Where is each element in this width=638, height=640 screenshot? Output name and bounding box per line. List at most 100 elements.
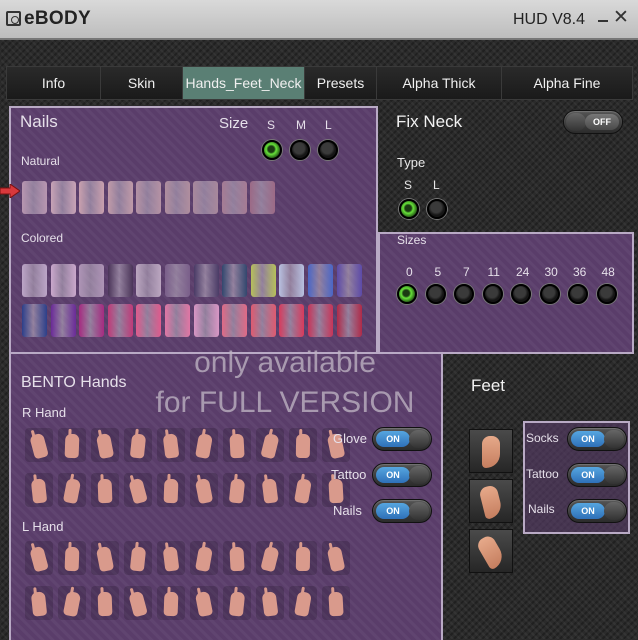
hand-pose-button[interactable] <box>190 586 218 620</box>
hand-pose-button[interactable] <box>190 428 218 462</box>
hand-pose-button[interactable] <box>91 586 119 620</box>
nail-color-swatch[interactable] <box>79 181 104 214</box>
hand-pose-button[interactable] <box>58 586 86 620</box>
neck-type-s-radio[interactable] <box>399 199 419 219</box>
neck-size-radio[interactable] <box>596 284 617 304</box>
nail-color-swatch[interactable] <box>336 304 362 337</box>
hand-pose-button[interactable] <box>58 473 86 507</box>
nail-color-swatch[interactable] <box>193 304 219 337</box>
neck-size-radio[interactable] <box>397 284 417 304</box>
nail-color-swatch[interactable] <box>107 304 133 337</box>
hand-pose-button[interactable] <box>91 428 119 462</box>
neck-size-radio[interactable] <box>454 284 474 304</box>
tab-info[interactable]: Info <box>7 67 101 99</box>
hand-pose-button[interactable] <box>190 541 218 575</box>
foot-tattoo-toggle[interactable]: ON <box>567 463 627 487</box>
nail-color-swatch[interactable] <box>136 181 161 214</box>
hand-pose-button[interactable] <box>157 428 185 462</box>
hand-pose-button[interactable] <box>91 541 119 575</box>
hand-pose-button[interactable] <box>223 473 251 507</box>
nail-color-swatch[interactable] <box>308 304 333 337</box>
hand-pose-button[interactable] <box>124 586 152 620</box>
nail-color-swatch[interactable] <box>50 181 76 214</box>
hand-pose-button[interactable] <box>124 473 152 507</box>
neck-size-radio[interactable] <box>482 284 503 304</box>
hand-pose-button[interactable] <box>223 428 251 462</box>
hand-pose-button[interactable] <box>256 586 284 620</box>
hand-pose-button[interactable] <box>58 541 86 575</box>
nail-color-swatch[interactable] <box>22 181 47 214</box>
nail-color-swatch[interactable] <box>308 264 333 297</box>
neck-size-radio[interactable] <box>568 284 588 304</box>
hand-pose-button[interactable] <box>289 428 317 462</box>
nail-color-swatch[interactable] <box>336 264 362 297</box>
hand-pose-button[interactable] <box>223 541 251 575</box>
hand-pose-button[interactable] <box>322 586 350 620</box>
foot-nails-toggle[interactable]: ON <box>567 499 627 523</box>
nail-color-swatch[interactable] <box>221 181 247 214</box>
nail-color-swatch[interactable] <box>79 304 105 337</box>
hand-pose-button[interactable] <box>25 541 53 575</box>
hand-pose-button[interactable] <box>256 473 284 507</box>
tab-skin[interactable]: Skin <box>101 67 183 99</box>
nail-size-s-radio[interactable] <box>262 140 282 160</box>
tab-alpha-fine[interactable]: Alpha Fine <box>502 67 632 99</box>
nail-color-swatch[interactable] <box>250 264 276 297</box>
foot-pose-high[interactable] <box>469 529 513 573</box>
fix-neck-toggle[interactable]: OFF <box>563 110 623 134</box>
nail-color-swatch[interactable] <box>136 304 162 337</box>
tab-hands-feet-neck[interactable]: Hands_Feet_Neck <box>183 67 305 99</box>
nail-color-swatch[interactable] <box>222 264 248 297</box>
foot-pose-mid[interactable] <box>469 479 513 523</box>
hand-tattoo-toggle[interactable]: ON <box>372 463 432 487</box>
hand-pose-button[interactable] <box>25 586 53 620</box>
hand-pose-button[interactable] <box>25 428 53 462</box>
hand-pose-button[interactable] <box>190 473 218 507</box>
nail-color-swatch[interactable] <box>107 181 133 214</box>
tab-presets[interactable]: Presets <box>305 67 377 99</box>
nail-color-swatch[interactable] <box>136 264 162 297</box>
nail-color-swatch[interactable] <box>164 181 190 214</box>
hand-pose-button[interactable] <box>124 541 152 575</box>
tab-alpha-thick[interactable]: Alpha Thick <box>377 67 502 99</box>
nail-color-swatch[interactable] <box>165 304 190 337</box>
nail-color-swatch[interactable] <box>79 264 105 297</box>
close-icon[interactable]: ✕ <box>613 8 629 28</box>
nail-size-m-radio[interactable] <box>290 140 310 160</box>
minimize-icon[interactable] <box>598 20 608 22</box>
nail-color-swatch[interactable] <box>250 181 275 214</box>
neck-size-radio[interactable] <box>425 284 446 304</box>
nail-color-swatch[interactable] <box>22 304 47 337</box>
nail-color-swatch[interactable] <box>222 304 248 337</box>
nail-color-swatch[interactable] <box>22 264 47 297</box>
hand-pose-button[interactable] <box>157 473 185 507</box>
foot-pose-flat[interactable] <box>469 429 513 473</box>
glove-toggle[interactable]: ON <box>372 427 432 451</box>
hand-pose-button[interactable] <box>124 428 152 462</box>
nail-color-swatch[interactable] <box>193 264 219 297</box>
hand-pose-button[interactable] <box>223 586 251 620</box>
neck-size-radio[interactable] <box>539 284 560 304</box>
neck-size-radio[interactable] <box>511 284 531 304</box>
socks-toggle[interactable]: ON <box>567 427 627 451</box>
hand-pose-button[interactable] <box>289 586 317 620</box>
nail-color-swatch[interactable] <box>165 264 190 297</box>
hand-pose-button[interactable] <box>289 473 317 507</box>
neck-type-l-radio[interactable] <box>427 199 447 219</box>
hand-nails-toggle[interactable]: ON <box>372 499 432 523</box>
hand-pose-button[interactable] <box>289 541 317 575</box>
nail-color-swatch[interactable] <box>193 181 218 214</box>
hand-pose-button[interactable] <box>256 428 284 462</box>
hand-pose-button[interactable] <box>58 428 86 462</box>
nail-color-swatch[interactable] <box>279 304 305 337</box>
hand-pose-button[interactable] <box>157 586 185 620</box>
nail-color-swatch[interactable] <box>250 304 276 337</box>
hand-pose-button[interactable] <box>25 473 53 507</box>
nail-color-swatch[interactable] <box>50 304 76 337</box>
hand-pose-button[interactable] <box>157 541 185 575</box>
nail-size-l-radio[interactable] <box>318 140 338 160</box>
hand-pose-button[interactable] <box>256 541 284 575</box>
hand-pose-button[interactable] <box>322 541 350 575</box>
nail-color-swatch[interactable] <box>107 264 133 297</box>
nail-color-swatch[interactable] <box>50 264 76 297</box>
